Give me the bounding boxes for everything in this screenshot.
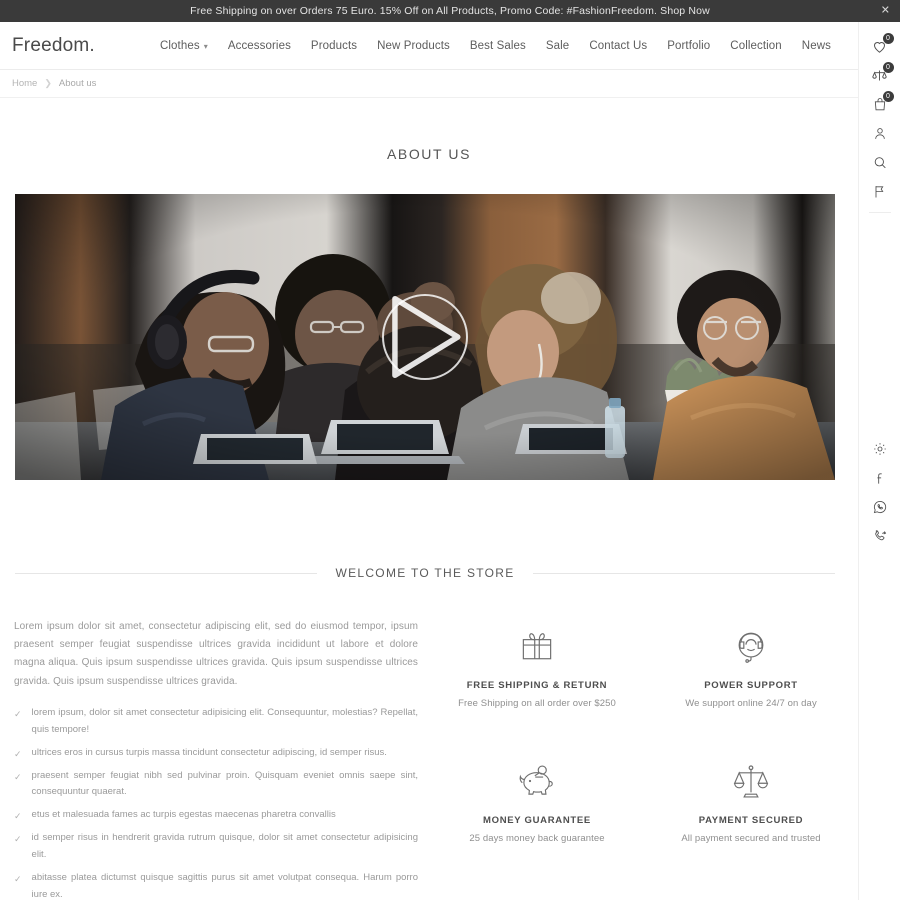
headset-support-icon (731, 622, 771, 670)
feature-desc: 25 days money back guarantee (469, 833, 605, 844)
nav-item-clothes[interactable]: Clothes ▾ (150, 40, 218, 52)
list-item-text: lorem ipsum, dolor sit amet consectetur … (31, 706, 418, 735)
callback-phone-icon[interactable] (859, 521, 900, 550)
compare-count-badge: 0 (882, 62, 894, 73)
welcome-text: WELCOME TO THE STORE (335, 566, 515, 580)
whatsapp-icon[interactable] (859, 492, 900, 521)
promo-text[interactable]: Free Shipping on over Orders 75 Euro. 15… (190, 5, 710, 17)
nav-item-products[interactable]: Products (301, 40, 367, 52)
close-icon[interactable]: ✕ (881, 5, 890, 17)
check-icon: ✓ (14, 748, 22, 759)
feature-free-shipping: FREE SHIPPING & RETURN Free Shipping on … (430, 622, 644, 709)
gift-icon (517, 622, 557, 670)
page-title: ABOUT US (386, 146, 472, 162)
list-item: ✓ abitasse platea dictumst quisque sagit… (14, 870, 418, 900)
nav-item-contact-us[interactable]: Contact Us (579, 40, 657, 52)
check-icon: ✓ (14, 834, 22, 845)
features-grid: FREE SHIPPING & RETURN Free Shipping on … (430, 618, 858, 844)
feature-title: PAYMENT SECURED (698, 815, 804, 826)
compare-button[interactable]: 0 (859, 61, 900, 90)
check-icon: ✓ (14, 874, 22, 885)
promo-bar: Free Shipping on over Orders 75 Euro. 15… (0, 0, 900, 22)
cart-count-badge: 0 (882, 91, 894, 102)
nav-item-collection[interactable]: Collection (720, 40, 792, 52)
breadcrumb-current: About us (58, 78, 97, 89)
check-icon: ✓ (14, 771, 22, 782)
site-logo[interactable]: Freedom. (12, 35, 150, 57)
list-item-text: id semper risus in hendrerit gravida rut… (31, 832, 418, 861)
rail-divider (868, 212, 891, 213)
hero-video[interactable] (15, 194, 835, 480)
settings-gear-icon[interactable] (859, 434, 900, 463)
wishlist-count-badge: 0 (882, 33, 894, 44)
nav-item-news[interactable]: News (792, 40, 841, 52)
nav-item-portfolio[interactable]: Portfolio (657, 40, 720, 52)
feature-title: MONEY GUARANTEE (483, 815, 591, 826)
breadcrumb: Home ❯ About us (0, 70, 858, 98)
nav-item-accessories[interactable]: Accessories (218, 40, 301, 52)
feature-money-guarantee: MONEY GUARANTEE 25 days money back guara… (430, 757, 644, 844)
feature-desc: Free Shipping on all order over $250 (458, 698, 616, 709)
list-item: ✓ id semper risus in hendrerit gravida r… (14, 830, 418, 864)
language-flag-icon[interactable] (859, 177, 900, 206)
list-item-text: etus et malesuada fames ac turpis egesta… (31, 809, 336, 821)
search-icon[interactable] (859, 148, 900, 177)
check-icon: ✓ (14, 811, 22, 822)
list-item-text: praesent semper feugiat nibh sed pulvina… (31, 769, 418, 798)
list-item: ✓ praesent semper feugiat nibh sed pulvi… (14, 768, 418, 802)
account-button[interactable] (859, 119, 900, 148)
facebook-icon[interactable] (859, 463, 900, 492)
about-us-page: Free Shipping on over Orders 75 Euro. 15… (0, 0, 900, 900)
check-icon: ✓ (14, 708, 22, 719)
divider-left (15, 572, 318, 574)
feature-desc: All payment secured and trusted (681, 833, 821, 844)
play-button[interactable] (382, 294, 468, 380)
piggy-bank-icon (516, 757, 558, 805)
list-item-text: ultrices eros in cursus turpis massa tin… (31, 746, 387, 758)
list-item-text: abitasse platea dictumst quisque sagitti… (31, 872, 418, 900)
nav-item-best-sales[interactable]: Best Sales (460, 40, 536, 52)
play-triangle-icon (392, 296, 461, 379)
wishlist-button[interactable]: 0 (859, 32, 900, 61)
site-header: Freedom. Clothes ▾ Accessories Products … (0, 22, 858, 70)
scales-icon (731, 757, 771, 805)
content-area: Lorem ipsum dolor sit amet, consectetur … (0, 618, 858, 900)
breadcrumb-home[interactable]: Home (12, 78, 37, 89)
nav-item-sale[interactable]: Sale (536, 40, 579, 52)
chevron-right-icon: ❯ (44, 78, 52, 88)
list-item: ✓ etus et malesuada fames ac turpis eges… (14, 807, 418, 824)
feature-title: POWER SUPPORT (704, 680, 798, 691)
feature-payment-secured: PAYMENT SECURED All payment secured and … (644, 757, 858, 844)
feature-desc: We support online 24/7 on day (685, 698, 817, 709)
main-navigation: Clothes ▾ Accessories Products New Produ… (150, 40, 841, 52)
right-sidebar: 0 0 0 (858, 22, 900, 900)
nav-label: Clothes (160, 39, 200, 52)
list-item: ✓ lorem ipsum, dolor sit amet consectetu… (14, 705, 418, 739)
nav-item-new-products[interactable]: New Products (367, 40, 460, 52)
features-column: FREE SHIPPING & RETURN Free Shipping on … (430, 618, 858, 900)
chevron-down-icon: ▾ (203, 42, 208, 51)
cart-button[interactable]: 0 (859, 90, 900, 119)
about-text-column: Lorem ipsum dolor sit amet, consectetur … (0, 618, 430, 900)
about-paragraph: Lorem ipsum dolor sit amet, consectetur … (14, 621, 418, 687)
feature-check-list: ✓ lorem ipsum, dolor sit amet consectetu… (14, 705, 418, 900)
feature-title: FREE SHIPPING & RETURN (466, 680, 608, 691)
list-item: ✓ ultrices eros in cursus turpis massa t… (14, 745, 418, 762)
feature-power-support: POWER SUPPORT We support online 24/7 on … (644, 622, 858, 709)
divider-right (532, 572, 836, 574)
welcome-heading: WELCOME TO THE STORE (15, 566, 836, 580)
